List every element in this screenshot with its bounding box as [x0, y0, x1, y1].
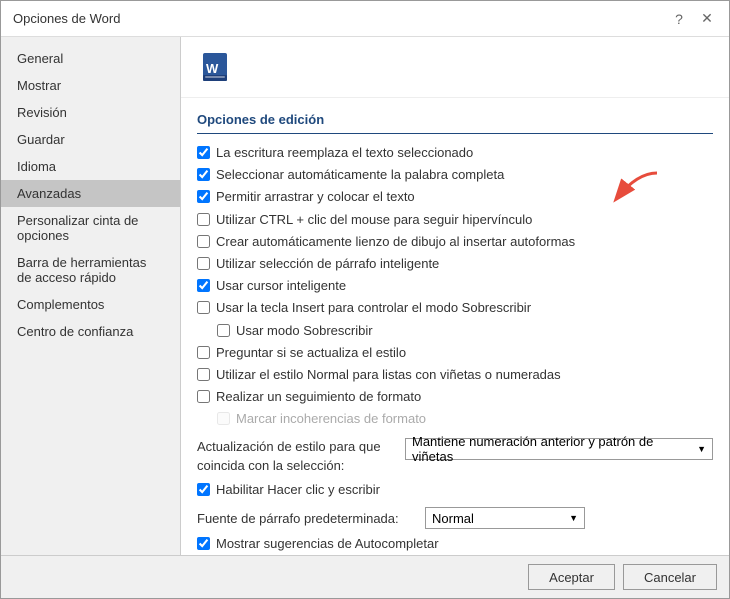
checkbox-opt5[interactable] — [197, 235, 210, 248]
option-label-12: Realizar un seguimiento de formato — [216, 388, 421, 406]
checkbox-opt9[interactable] — [217, 324, 230, 337]
option-label-1: La escritura reemplaza el texto seleccio… — [216, 144, 473, 162]
update-style-section: Actualización de estilo para que coincid… — [197, 438, 713, 474]
checkbox-opt2[interactable] — [197, 168, 210, 181]
option-row-10: Preguntar si se actualiza el estilo — [197, 342, 713, 364]
mo-label-1: Mostrar sugerencias de Autocompletar — [216, 535, 439, 553]
checkbox-opt8[interactable] — [197, 301, 210, 314]
option-row-8: Usar la tecla Insert para controlar el m… — [197, 297, 713, 319]
fuente-label: Fuente de párrafo predeterminada: — [197, 511, 417, 526]
update-style-label: Actualización de estilo para que coincid… — [197, 438, 397, 474]
fuente-value: Normal — [432, 511, 474, 526]
option-label-7: Usar cursor inteligente — [216, 277, 346, 295]
fuente-row: Fuente de párrafo predeterminada: Normal… — [197, 507, 713, 529]
option-row-1: La escritura reemplaza el texto seleccio… — [197, 142, 713, 164]
sidebar-item-barra[interactable]: Barra de herramientas de acceso rápido — [1, 249, 180, 291]
title-bar: Opciones de Word ? ✕ — [1, 1, 729, 37]
update-style-value: Mantiene numeración anterior y patrón de… — [412, 434, 697, 464]
sidebar-item-guardar[interactable]: Guardar — [1, 126, 180, 153]
update-style-dropdown[interactable]: Mantiene numeración anterior y patrón de… — [405, 438, 713, 460]
checkbox-opt11[interactable] — [197, 368, 210, 381]
option-row-6: Utilizar selección de párrafo inteligent… — [197, 253, 713, 275]
sidebar-item-mostrar[interactable]: Mostrar — [1, 72, 180, 99]
option-label-5: Crear automáticamente lienzo de dibujo a… — [216, 233, 575, 251]
cancel-button[interactable]: Cancelar — [623, 564, 717, 590]
title-controls: ? ✕ — [669, 9, 717, 29]
sidebar-item-complementos[interactable]: Complementos — [1, 291, 180, 318]
option-row-7: Usar cursor inteligente — [197, 275, 713, 297]
option-row-13: Marcar incoherencias de formato — [217, 408, 713, 430]
option-row-11: Utilizar el estilo Normal para listas co… — [197, 364, 713, 386]
ok-button[interactable]: Aceptar — [528, 564, 615, 590]
red-arrow-icon — [577, 168, 677, 218]
dialog-body: General Mostrar Revisión Guardar Idioma … — [1, 37, 729, 555]
option-label-3: Permitir arrastrar y colocar el texto — [216, 188, 415, 206]
checkbox-opt12[interactable] — [197, 390, 210, 403]
checkbox-opt6[interactable] — [197, 257, 210, 270]
fuente-arrow-icon: ▼ — [569, 513, 578, 523]
sidebar-item-centro[interactable]: Centro de confianza — [1, 318, 180, 345]
close-button[interactable]: ✕ — [697, 9, 717, 29]
option-label-4: Utilizar CTRL + clic del mouse para segu… — [216, 211, 532, 229]
option-row-5: Crear automáticamente lienzo de dibujo a… — [197, 231, 713, 253]
fuente-dropdown[interactable]: Normal ▼ — [425, 507, 585, 529]
checkbox-opt10[interactable] — [197, 346, 210, 359]
sidebar: General Mostrar Revisión Guardar Idioma … — [1, 37, 181, 555]
dialog-title: Opciones de Word — [13, 11, 120, 26]
checkbox-opt13[interactable] — [217, 412, 230, 425]
more-option-1: Mostrar sugerencias de Autocompletar — [197, 533, 713, 555]
dropdown-arrow-icon: ▼ — [697, 444, 706, 454]
option-label-13: Marcar incoherencias de formato — [236, 410, 426, 428]
option-label-11: Utilizar el estilo Normal para listas co… — [216, 366, 561, 384]
sidebar-item-idioma[interactable]: Idioma — [1, 153, 180, 180]
dialog-window: Opciones de Word ? ✕ General Mostrar Rev… — [0, 0, 730, 599]
checkbox-opt7[interactable] — [197, 279, 210, 292]
section-edicion-header: Opciones de edición — [197, 102, 713, 134]
sidebar-item-personalizar[interactable]: Personalizar cinta de opciones — [1, 207, 180, 249]
sidebar-item-revision[interactable]: Revisión — [1, 99, 180, 126]
checkbox-opt4[interactable] — [197, 213, 210, 226]
option-label-2: Seleccionar automáticamente la palabra c… — [216, 166, 504, 184]
checkbox-opt1[interactable] — [197, 146, 210, 159]
dialog-footer: Aceptar Cancelar — [1, 555, 729, 598]
svg-text:W: W — [206, 61, 219, 76]
main-header: W — [181, 37, 729, 98]
help-button[interactable]: ? — [669, 9, 689, 29]
option-row-12: Realizar un seguimiento de formato — [197, 386, 713, 408]
option-label-8: Usar la tecla Insert para controlar el m… — [216, 299, 531, 317]
sidebar-item-avanzadas[interactable]: Avanzadas — [1, 180, 180, 207]
option-label-9: Usar modo Sobrescribir — [236, 322, 373, 340]
option-row-3: Permitir arrastrar y colocar el texto — [197, 186, 713, 208]
checkbox-mo1[interactable] — [197, 537, 210, 550]
habilitar-label: Habilitar Hacer clic y escribir — [216, 481, 380, 499]
option-label-10: Preguntar si se actualiza el estilo — [216, 344, 406, 362]
checkbox-opt3[interactable] — [197, 190, 210, 203]
main-content: W Opciones de edición La escritura reemp… — [181, 37, 729, 555]
option-label-6: Utilizar selección de párrafo inteligent… — [216, 255, 439, 273]
option-row-9: Usar modo Sobrescribir — [217, 320, 713, 342]
header-icon: W — [197, 49, 233, 85]
habilitar-row: Habilitar Hacer clic y escribir — [197, 479, 713, 501]
main-scroll[interactable]: Opciones de edición La escritura reempla… — [181, 98, 729, 555]
sidebar-item-general[interactable]: General — [1, 45, 180, 72]
checkbox-habilitar[interactable] — [197, 483, 210, 496]
